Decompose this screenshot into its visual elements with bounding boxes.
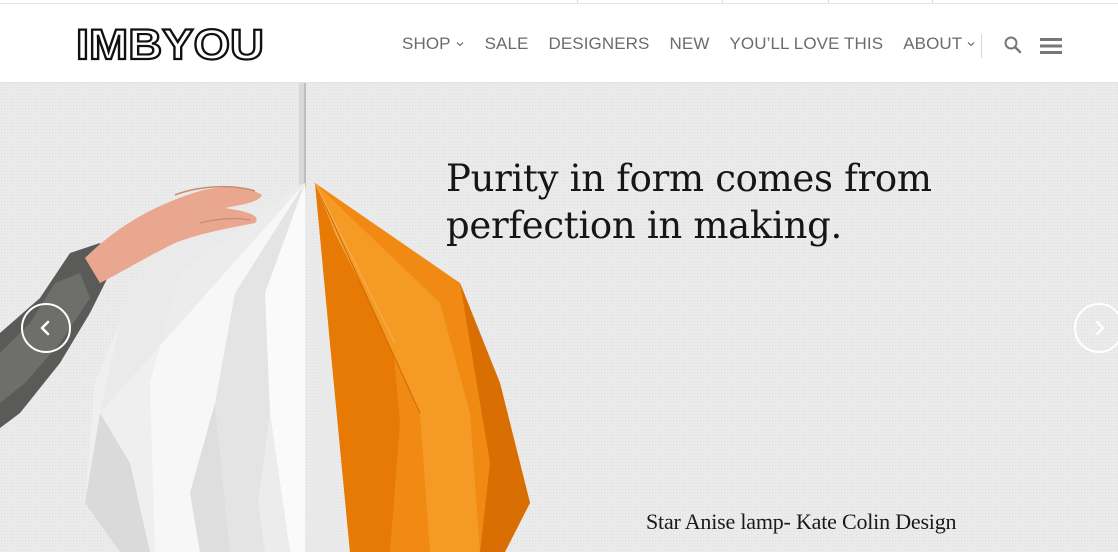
top-strip-divider bbox=[722, 0, 723, 3]
hero-caption: Star Anise lamp- Kate Colin Design bbox=[646, 509, 957, 534]
top-strip-divider bbox=[577, 0, 578, 3]
top-strip-divider bbox=[828, 0, 829, 3]
chevron-right-icon bbox=[1095, 320, 1105, 336]
nav-item-label: YOU’LL LOVE THIS bbox=[729, 34, 884, 53]
nav-divider bbox=[981, 34, 982, 58]
hero-headline-line2: perfection in making. bbox=[446, 204, 842, 247]
nav-item-label: NEW bbox=[669, 34, 710, 53]
chevron-left-icon bbox=[40, 320, 50, 336]
nav-item-label: SHOP bbox=[402, 34, 451, 53]
nav-item-new[interactable]: NEW bbox=[670, 34, 710, 54]
top-strip-divider bbox=[932, 0, 933, 3]
hamburger-menu-icon bbox=[1040, 38, 1062, 54]
hero-slider: Purity in form comes from perfection in … bbox=[0, 83, 1118, 552]
chevron-down-icon bbox=[967, 42, 975, 47]
hero-headline-line1: Purity in form comes from bbox=[446, 157, 932, 200]
nav-item-label: ABOUT bbox=[903, 34, 963, 53]
site-header: IMBYOU SHOP SALE DESIGNERS NEW YOU’LL LO… bbox=[0, 4, 1118, 83]
nav-item-sale[interactable]: SALE bbox=[485, 34, 529, 54]
search-button[interactable] bbox=[1003, 35, 1023, 55]
chevron-down-icon bbox=[456, 42, 464, 47]
site-logo[interactable]: IMBYOU bbox=[75, 20, 266, 70]
logo-mark: IMBYOU bbox=[75, 20, 265, 70]
svg-text:IMBYOU: IMBYOU bbox=[76, 22, 264, 66]
nav-item-label: SALE bbox=[484, 34, 529, 53]
nav-item-youll-love-this[interactable]: YOU’LL LOVE THIS bbox=[729, 34, 883, 54]
nav-item-shop[interactable]: SHOP bbox=[402, 34, 465, 54]
hero-image bbox=[0, 83, 530, 552]
nav-item-about[interactable]: ABOUT bbox=[903, 34, 976, 54]
slider-prev-button[interactable] bbox=[21, 303, 71, 353]
nav-item-label: DESIGNERS bbox=[548, 34, 650, 53]
search-icon bbox=[1004, 36, 1022, 54]
slider-next-button[interactable] bbox=[1074, 303, 1118, 353]
main-nav: SHOP SALE DESIGNERS NEW YOU’LL LOVE THIS… bbox=[402, 32, 996, 56]
menu-button[interactable] bbox=[1040, 37, 1062, 55]
nav-item-designers[interactable]: DESIGNERS bbox=[548, 34, 649, 54]
hero-headline: Purity in form comes from perfection in … bbox=[446, 155, 1006, 249]
